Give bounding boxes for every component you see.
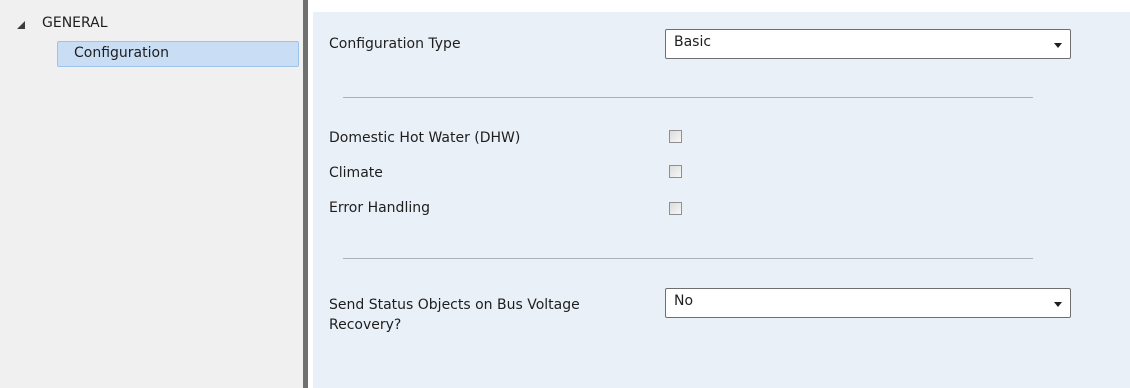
configuration-type-value: Basic <box>674 34 712 50</box>
tree-item-configuration[interactable]: Configuration <box>57 41 299 67</box>
send-status-value: No <box>674 293 694 309</box>
tree-root-general[interactable]: GENERAL <box>42 15 108 31</box>
sidebar-tree: GENERAL Configuration <box>0 0 303 388</box>
send-status-dropdown[interactable]: No <box>665 288 1071 318</box>
configuration-type-label: Configuration Type <box>329 36 461 52</box>
separator-top <box>343 97 1033 98</box>
error-handling-label: Error Handling <box>329 200 430 216</box>
separator-bottom <box>343 258 1033 259</box>
parameters-panel: Configuration Type Basic Domestic Hot Wa… <box>308 0 1130 388</box>
collapse-triangle-icon[interactable] <box>16 20 26 30</box>
send-status-label-line2: Recovery? <box>329 317 402 333</box>
error-handling-checkbox[interactable] <box>669 202 682 215</box>
dhw-label: Domestic Hot Water (DHW) <box>329 130 521 146</box>
tree-item-label: Configuration <box>74 45 169 61</box>
send-status-label-line1: Send Status Objects on Bus Voltage <box>329 297 580 313</box>
configuration-type-dropdown[interactable]: Basic <box>665 29 1071 59</box>
dhw-checkbox[interactable] <box>669 130 682 143</box>
climate-label: Climate <box>329 165 383 181</box>
parameters-background: Configuration Type Basic Domestic Hot Wa… <box>313 12 1130 388</box>
climate-checkbox[interactable] <box>669 165 682 178</box>
chevron-down-icon <box>1054 302 1062 307</box>
chevron-down-icon <box>1054 43 1062 48</box>
